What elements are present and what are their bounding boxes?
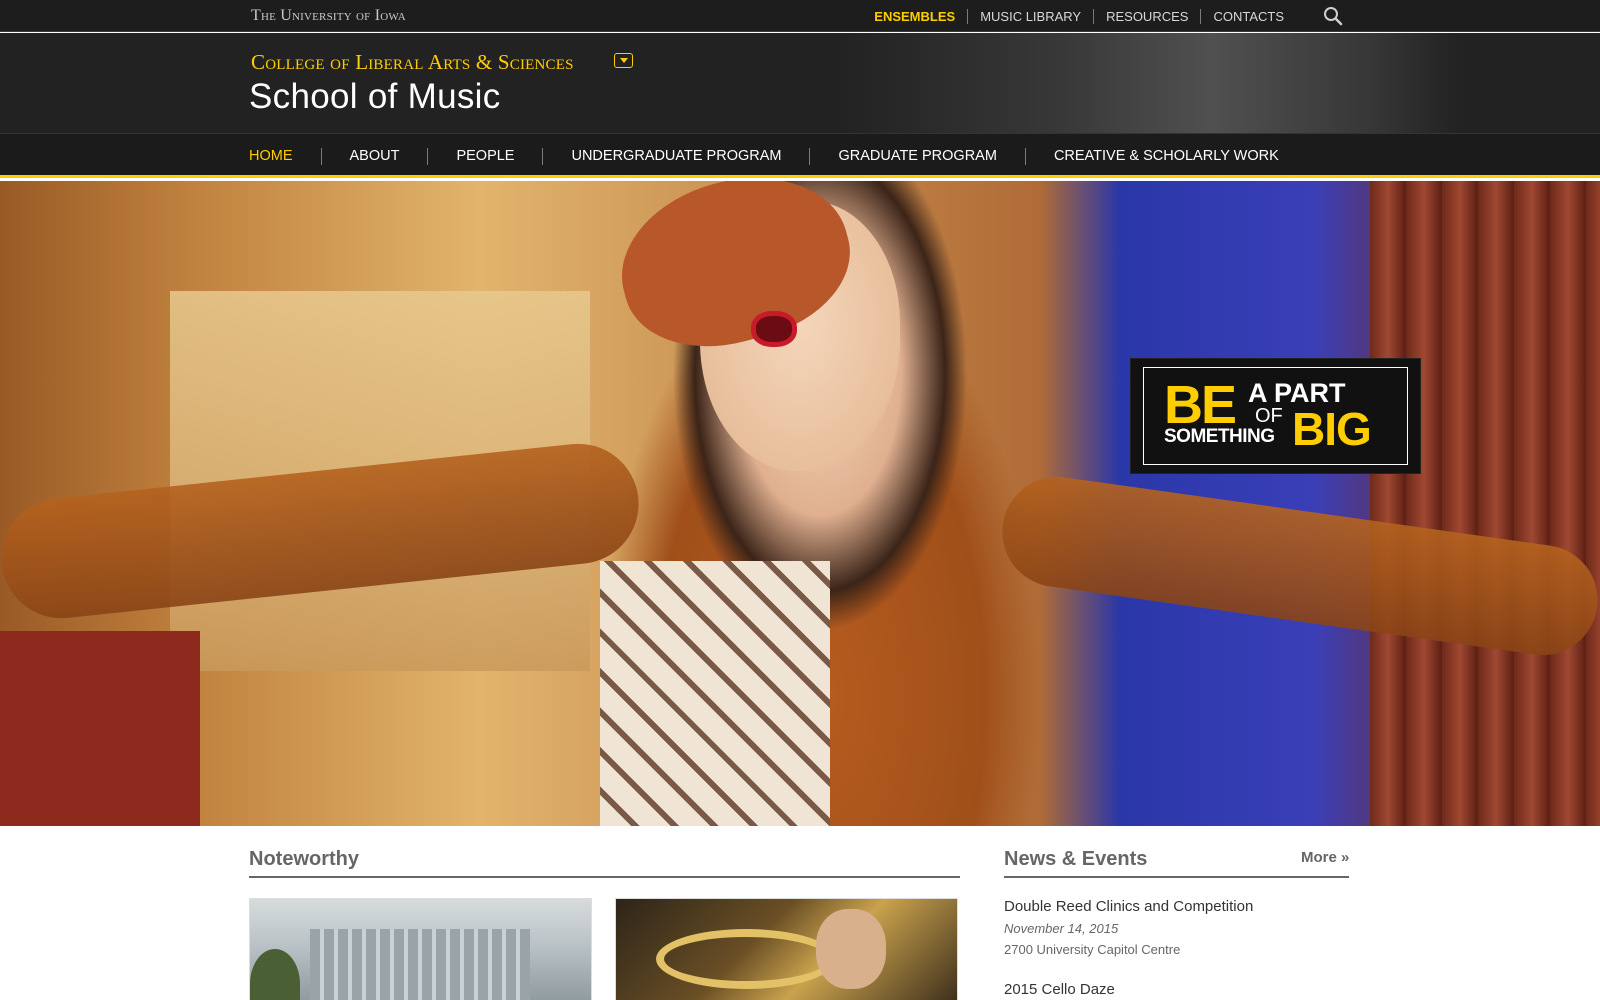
event-title[interactable]: Double Reed Clinics and Competition — [1004, 898, 1253, 915]
nav-item-creative-scholarly-work[interactable]: CREATIVE & SCHOLARLY WORK — [1024, 148, 1307, 165]
event-location: 2700 University Capitol Centre — [1004, 942, 1181, 957]
promo-of: OF — [1255, 405, 1283, 427]
be-a-part-promo[interactable]: BE A PART OF SOMETHING BIG — [1131, 359, 1420, 473]
event-date: November 14, 2015 — [1004, 921, 1119, 936]
musician-image — [816, 909, 886, 989]
divider — [1004, 876, 1349, 878]
utility-link-music-library[interactable]: MUSIC LIBRARY — [967, 9, 1093, 24]
noteworthy-card-building[interactable] — [249, 898, 592, 1000]
event-title[interactable]: 2015 Cello Daze — [1004, 981, 1115, 998]
main-nav: HOME ABOUT PEOPLE UNDERGRADUATE PROGRAM … — [0, 133, 1600, 178]
chevron-down-icon[interactable] — [614, 53, 633, 68]
tree-image — [250, 949, 300, 1000]
nav-item-undergraduate-program[interactable]: UNDERGRADUATE PROGRAM — [542, 148, 809, 165]
divider — [249, 876, 960, 878]
utility-link-contacts[interactable]: CONTACTS — [1200, 9, 1296, 24]
horn-image — [656, 929, 836, 989]
stage-backdrop — [0, 631, 200, 826]
performer-bodice — [600, 561, 830, 826]
sheet-music-background — [840, 33, 1460, 133]
nav-item-graduate-program[interactable]: GRADUATE PROGRAM — [809, 148, 1024, 165]
utility-nav: ENSEMBLES MUSIC LIBRARY RESOURCES CONTAC… — [862, 9, 1296, 24]
noteworthy-card-brass[interactable] — [615, 898, 958, 1000]
college-name[interactable]: College of Liberal Arts & Sciences — [251, 50, 574, 75]
nav-item-about[interactable]: ABOUT — [320, 148, 428, 165]
promo-something: SOMETHING — [1164, 426, 1275, 447]
utility-link-ensembles[interactable]: ENSEMBLES — [862, 9, 967, 24]
nav-item-home[interactable]: HOME — [249, 148, 321, 165]
promo-frame: BE A PART OF SOMETHING BIG — [1143, 367, 1408, 465]
site-title[interactable]: School of Music — [249, 77, 501, 117]
site-header: College of Liberal Arts & Sciences Schoo… — [0, 33, 1600, 133]
nav-item-people[interactable]: PEOPLE — [427, 148, 542, 165]
noteworthy-heading: Noteworthy — [249, 848, 359, 870]
news-events-heading: News & Events — [1004, 848, 1148, 870]
utility-link-resources[interactable]: RESOURCES — [1093, 9, 1200, 24]
promo-be: BE — [1164, 375, 1237, 435]
performer-mouth — [751, 311, 797, 347]
university-wordmark[interactable]: The University of Iowa — [251, 7, 406, 25]
building-image — [310, 929, 530, 1000]
search-icon[interactable] — [1323, 6, 1343, 26]
news-more-link[interactable]: More » — [1301, 849, 1349, 866]
promo-big: BIG — [1292, 403, 1372, 455]
utility-bar: The University of Iowa ENSEMBLES MUSIC L… — [0, 0, 1600, 32]
stage-curtain — [1370, 181, 1600, 826]
hero-image: BE A PART OF SOMETHING BIG — [0, 181, 1600, 826]
